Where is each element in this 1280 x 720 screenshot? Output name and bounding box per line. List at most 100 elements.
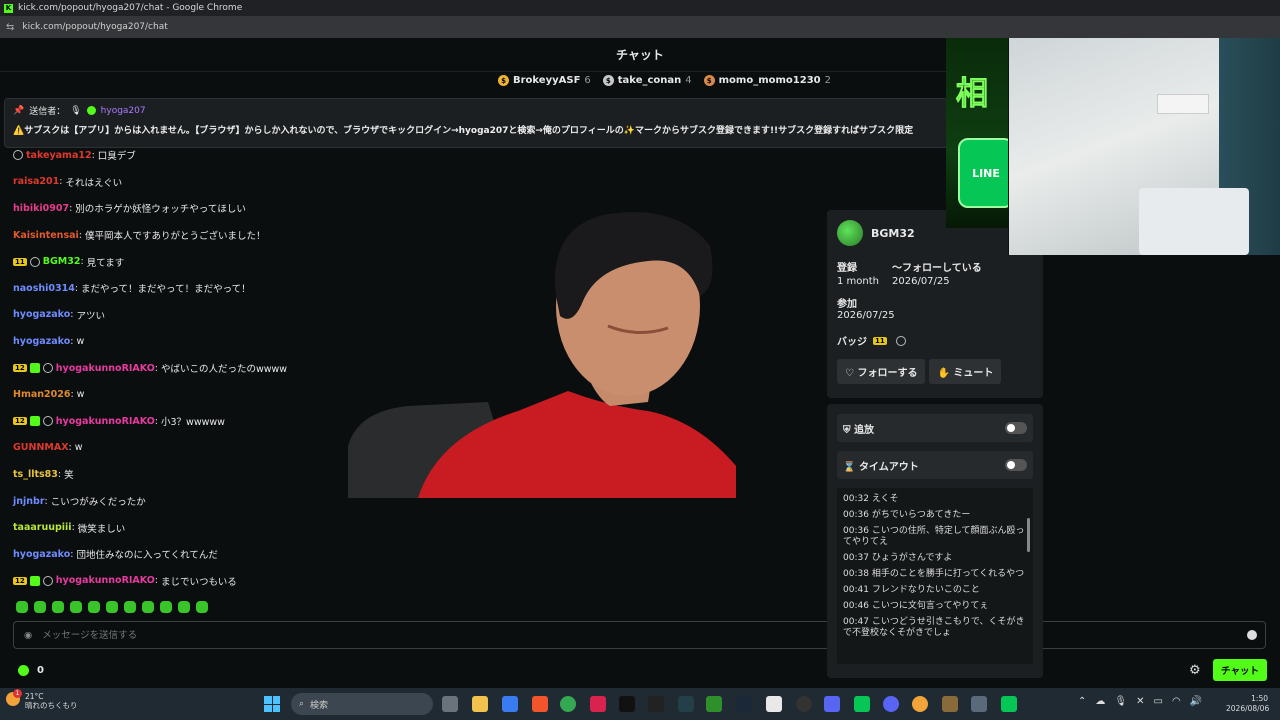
timeout-toggle[interactable] [1005,459,1027,471]
chat-message[interactable]: hibiki0907: 別のホラゲか妖怪ウォッチやってほしい [13,195,343,222]
leaderboard-item[interactable]: $ BrokeyyASF 6 [498,75,591,86]
line-app-icon[interactable] [854,696,870,712]
emoji-picker-icon[interactable] [1247,630,1257,640]
wifi-icon[interactable]: ◠ [1172,696,1181,707]
send-chat-button[interactable]: チャット [1213,659,1267,681]
display-icon[interactable]: ▭ [1153,696,1162,707]
leaderboard-item[interactable]: $ take_conan 4 [602,75,692,86]
chat-username[interactable]: hyogazako [13,309,70,320]
app-icon-teal[interactable] [678,696,694,712]
chat-message[interactable]: jnjnbr: こいつがみくだったか [13,488,343,515]
weather-widget[interactable]: 1 21°C 晴れのちくもり [6,689,78,710]
chat-username[interactable]: Kaisintensai [13,230,79,241]
close-icon[interactable]: ✕ [1136,696,1144,707]
chrome-icon[interactable] [560,696,576,712]
ban-row[interactable]: ⛨ 追放 [837,414,1033,442]
app-icon-green[interactable] [706,696,722,712]
chat-input-container[interactable]: ◉ [13,621,1266,649]
leaderboard-item[interactable]: $ momo_momo1230 2 [703,75,831,86]
tiktok-icon[interactable] [619,696,635,712]
chat-username[interactable]: takeyama12 [26,150,92,161]
chat-message[interactable]: hyogazako: アツい [13,302,343,329]
ban-toggle[interactable] [1005,422,1027,434]
chat-message[interactable]: hyogazako: w [13,328,343,355]
microphone-icon[interactable]: 🎙 [1114,696,1127,707]
chat-username[interactable]: naoshi0314 [13,283,75,294]
chat-message[interactable]: taaaruupiii: 微笑ましい [13,514,343,541]
user-message-history[interactable]: 00:32 えくそ 00:36 がちでいらつあてきたー 00:36 こいつの住所、特… [837,488,1033,664]
chat-username[interactable]: jnjnbr [13,496,45,507]
emote-icon[interactable] [124,601,136,613]
app-icon-blue[interactable] [502,696,518,712]
emote-quick-bar[interactable] [16,601,208,613]
brave-browser-icon[interactable] [532,696,548,712]
mute-button[interactable]: ✋ ミュート [929,359,1002,384]
app-icon-red[interactable] [590,696,606,712]
emote-icon[interactable] [142,601,154,613]
chat-message[interactable]: takeyama12: 口臭デブ [13,142,343,169]
pinned-message[interactable]: 📌 送信者： 🎙 hyoga207 ⚠️サブスクは【アプリ】からは入れません。【… [4,98,948,148]
app-icon-orange[interactable] [912,696,928,712]
url-text[interactable]: kick.com/popout/hyoga207/chat [22,22,167,32]
emote-icon[interactable] [196,601,208,613]
chat-message[interactable]: Hman2026: w [13,381,343,408]
emote-icon[interactable] [106,601,118,613]
app-icon-obs[interactable] [796,696,812,712]
follow-button[interactable]: ♡ フォローする [837,359,926,384]
app-icon-yellow[interactable] [942,696,958,712]
chevron-up-icon[interactable]: ⌃ [1078,696,1086,707]
file-explorer-icon[interactable] [472,696,488,712]
history-scrollbar[interactable] [1027,518,1030,552]
taskbar-clock[interactable]: 1:50 2026/08/06 [1226,694,1269,714]
chat-username[interactable]: taaaruupiii [13,522,72,533]
chat-message[interactable]: 12 hyogakunnoRIAKO: まじでいつもいる [13,568,343,595]
chat-username[interactable]: hyogazako [13,549,70,560]
chat-username[interactable]: hibiki0907 [13,203,69,214]
chat-message[interactable]: hyogazako: 団地住みなのに入ってくれてんだ [13,541,343,568]
volume-icon[interactable]: 🔊 [1190,696,1202,707]
address-bar[interactable]: ⇆ kick.com/popout/hyoga207/chat [0,16,1280,38]
emote-icon[interactable] [178,601,190,613]
chat-username[interactable]: GUNNMAX [13,442,69,453]
emote-icon[interactable] [88,601,100,613]
chat-username[interactable]: BGM32 [43,256,81,267]
emote-icon[interactable] [34,601,46,613]
chat-message[interactable]: naoshi0314: まだやって！まだやって！まだやって！ [13,275,343,302]
chat-message[interactable]: 11 BGM32: 見てます [13,248,343,275]
chat-username[interactable]: hyogakunnoRIAKO [56,575,155,586]
emote-icon[interactable] [16,601,28,613]
chat-username[interactable]: ts_llts83 [13,469,58,480]
chat-username[interactable]: hyogakunnoRIAKO [56,416,155,427]
chat-message[interactable]: Kaisintensai: 僕平岡本人ですありがとうございました！ [13,222,343,249]
timeout-row[interactable]: ⌛ タイムアウト [837,451,1033,479]
chat-message[interactable]: GUNNMAX: w [13,435,343,462]
windows-start-icon[interactable] [264,696,280,712]
taskbar-search[interactable]: ⌕ 検索 [291,693,433,715]
task-view-icon[interactable] [442,696,458,712]
emote-icon[interactable] [52,601,64,613]
chat-message-list[interactable]: takeyama12: 口臭デブ raisa201: それはえぐい hibiki0907… [13,142,343,594]
app-icon-dark[interactable] [648,696,664,712]
emote-icon[interactable] [70,601,82,613]
discord-icon[interactable] [883,696,899,712]
system-tray[interactable]: ⌃ ☁ 🎙 ✕ ▭ ◠ 🔊 [1078,696,1202,707]
settings-app-icon[interactable] [971,696,987,712]
chat-username[interactable]: raisa201 [13,176,59,187]
chat-username[interactable]: hyogakunnoRIAKO [56,363,155,374]
app-icon-slack[interactable] [766,696,782,712]
chat-message[interactable]: 12 hyogakunnoRIAKO: 小3？wwwww [13,408,343,435]
steam-icon[interactable] [736,696,752,712]
pinned-username[interactable]: hyoga207 [101,106,146,116]
network-icon[interactable]: ☁ [1095,696,1105,707]
chat-username[interactable]: hyogazako [13,336,70,347]
chat-message[interactable]: raisa201: それはえぐい [13,169,343,196]
chat-username[interactable]: Hman2026 [13,389,70,400]
line-app-icon-2[interactable] [1001,696,1017,712]
site-info-icon[interactable]: ⇆ [6,22,14,33]
chat-message[interactable]: ts_llts83: 笑 [13,461,343,488]
app-icon-discord-alt[interactable] [824,696,840,712]
emote-icon[interactable] [160,601,172,613]
chat-message[interactable]: 12 hyogakunnoRIAKO: やばいこの人だったのwwww [13,355,343,382]
settings-gear-icon[interactable]: ⚙ [1189,663,1201,678]
channel-points[interactable]: 0 [18,664,44,676]
